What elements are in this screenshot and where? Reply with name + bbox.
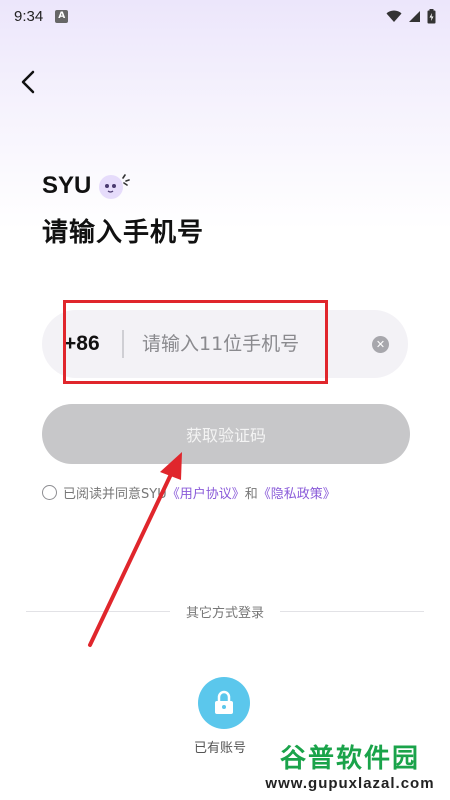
field-divider: [122, 330, 124, 358]
signal-icon: [409, 10, 420, 22]
battery-icon: [427, 8, 436, 23]
chevron-left-icon: [21, 70, 35, 94]
alt-login-label: 其它方式登录: [186, 605, 265, 621]
country-code-selector[interactable]: +86: [64, 332, 100, 356]
divider-line-right: [280, 610, 425, 612]
privacy-policy-link[interactable]: 《隐私政策》: [258, 483, 336, 502]
status-bar: 9:34 A: [0, 0, 450, 32]
mascot-icon: [99, 174, 131, 199]
agreement-row: 已阅读并同意SYU 《用户协议》 和 《隐私政策》: [42, 483, 336, 502]
wifi-icon: [386, 10, 402, 22]
back-button[interactable]: [14, 66, 42, 98]
divider-line-left: [26, 610, 170, 612]
agreement-prefix: 已阅读并同意SYU: [63, 487, 167, 502]
clear-icon[interactable]: ✕: [372, 336, 389, 353]
phone-input[interactable]: [142, 324, 342, 364]
watermark-url: www.gupuxlazal.com: [265, 775, 435, 792]
agree-radio[interactable]: [42, 485, 57, 500]
brand-row: SYU: [42, 172, 133, 200]
get-code-button[interactable]: 获取验证码: [42, 404, 410, 464]
user-agreement-link[interactable]: 《用户协议》: [167, 483, 245, 502]
notification-badge: A: [55, 9, 69, 23]
agreement-conjunction: 和: [244, 487, 258, 502]
phone-field: +86 ✕: [42, 310, 408, 378]
status-icons: [386, 8, 436, 24]
alt-login-divider: 其它方式登录: [26, 600, 425, 622]
status-time: 9:34: [14, 7, 44, 25]
watermark: 谷普软件园 www.gupuxlazal.com: [250, 730, 450, 800]
watermark-title: 谷普软件园: [279, 744, 420, 774]
account-login-label: 已有账号: [194, 741, 247, 756]
lock-icon: [215, 690, 233, 714]
account-login-button[interactable]: [198, 677, 250, 729]
page-title: 请输入手机号: [42, 218, 205, 248]
brand-name: SYU: [42, 172, 92, 199]
